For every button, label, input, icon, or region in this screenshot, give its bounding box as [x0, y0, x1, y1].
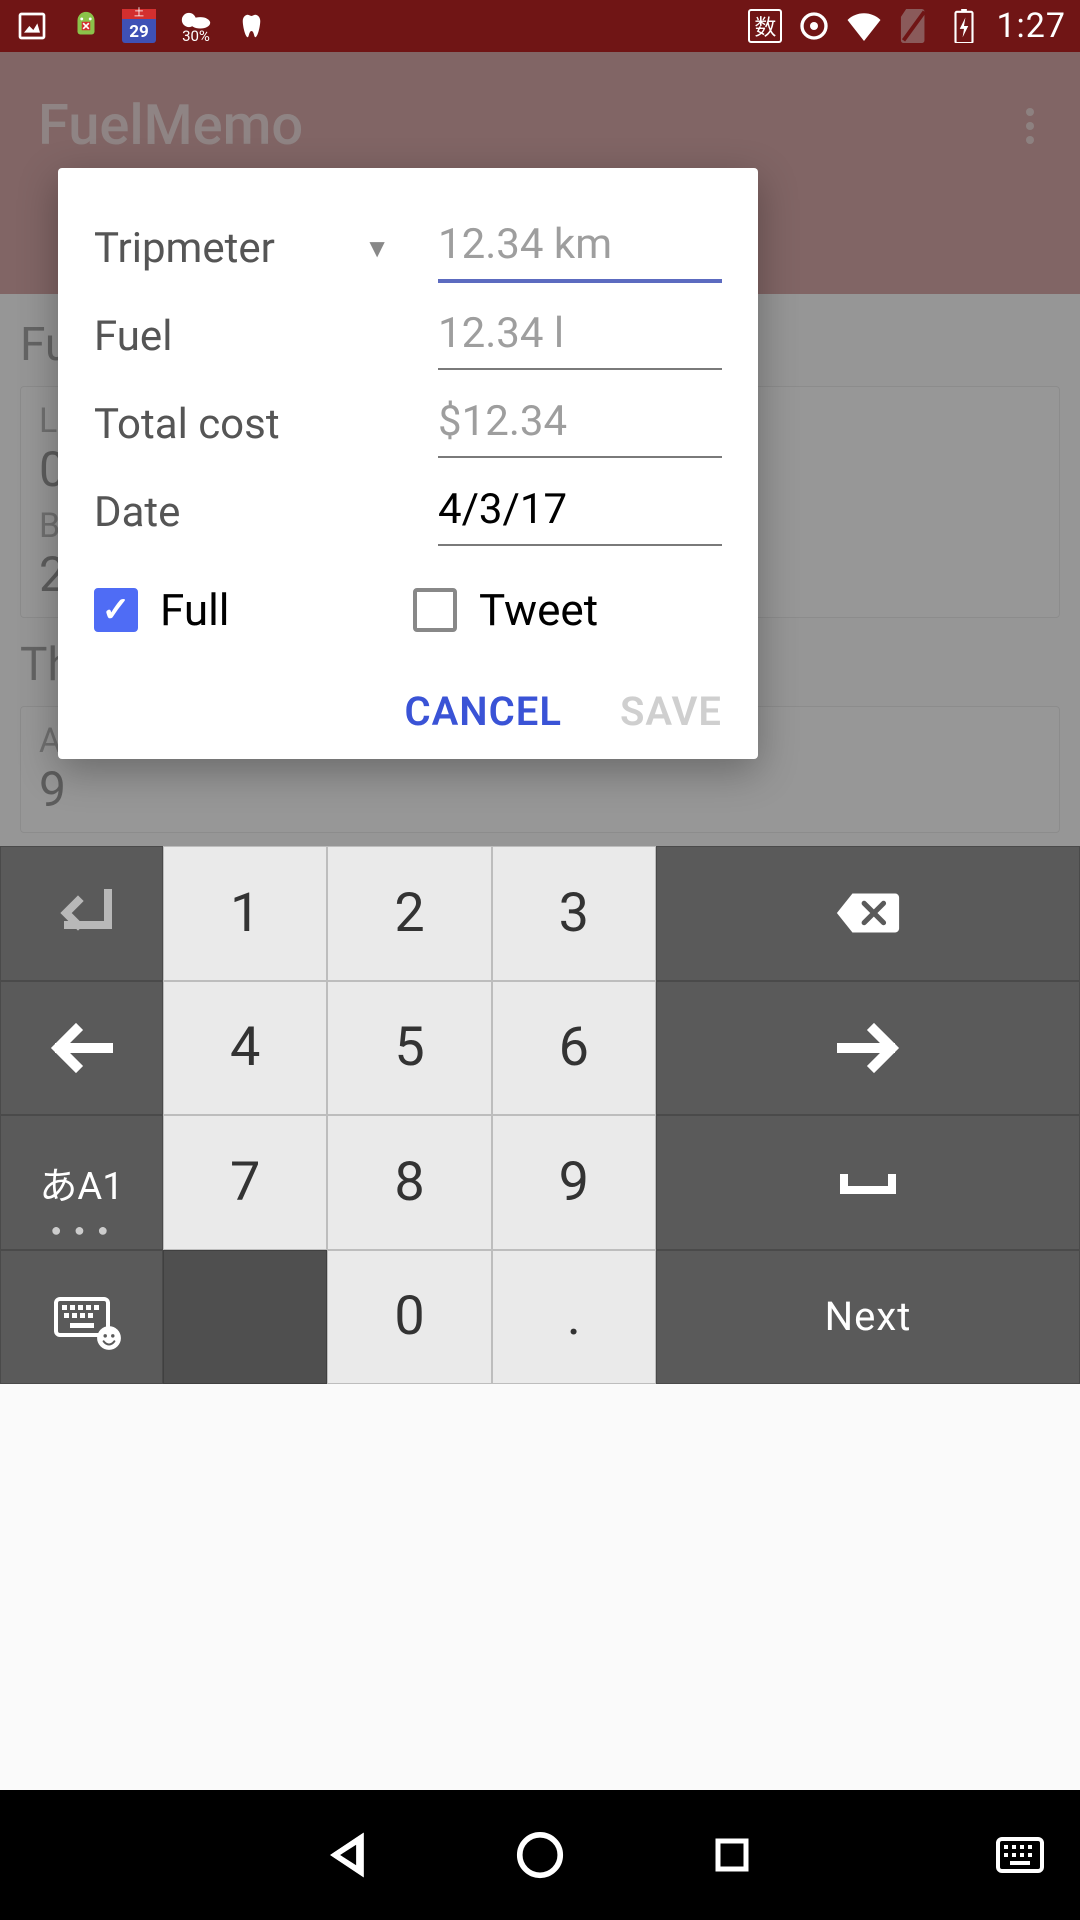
chevron-down-icon: ▼ — [364, 233, 390, 264]
row-tripmeter: Tripmeter ▼ 12.34 km — [94, 204, 722, 292]
status-bar: 土 29 30% 数 1:27 — [0, 0, 1080, 52]
key-k0[interactable]: 0 — [327, 1250, 491, 1385]
fuel-label: Fuel — [94, 312, 172, 361]
status-left: 土 29 30% — [14, 8, 272, 44]
checkbox-tweet[interactable]: Tweet — [413, 584, 722, 636]
circle-dash-icon — [796, 8, 832, 44]
key-backspace[interactable] — [656, 846, 1080, 981]
total-cost-input[interactable]: $12.34 — [438, 391, 722, 458]
key-undo[interactable] — [0, 846, 163, 981]
save-button[interactable]: SAVE — [620, 688, 722, 735]
check-icon: ✓ — [94, 588, 138, 632]
numeric-keyboard: 123 456 あA1● ● ●7890.Next — [0, 846, 1080, 1384]
tooth-icon — [236, 8, 272, 44]
nav-recents-button[interactable] — [702, 1825, 762, 1885]
row-fuel: Fuel 12.34 l — [94, 292, 722, 380]
checkbox-empty-icon — [413, 588, 457, 632]
no-sim-icon — [896, 8, 932, 44]
full-label: Full — [160, 584, 230, 636]
key-k5[interactable]: 5 — [327, 981, 491, 1116]
key-k4[interactable]: 4 — [163, 981, 327, 1116]
key-mode[interactable]: あA1● ● ● — [0, 1115, 163, 1250]
key-left[interactable] — [0, 981, 163, 1116]
tweet-label: Tweet — [479, 584, 598, 636]
key-k1[interactable]: 1 — [163, 846, 327, 981]
key-k8[interactable]: 8 — [327, 1115, 491, 1250]
row-total-cost: Total cost $12.34 — [94, 380, 722, 468]
entry-dialog: Tripmeter ▼ 12.34 km Fuel 12.34 l Total … — [58, 168, 758, 759]
key-k2[interactable]: 2 — [327, 846, 491, 981]
cancel-button[interactable]: CANCEL — [404, 688, 561, 735]
weather-30pct-icon: 30% — [174, 8, 218, 44]
key-next[interactable]: Next — [656, 1250, 1080, 1385]
key-k7[interactable]: 7 — [163, 1115, 327, 1250]
key-right[interactable] — [656, 981, 1080, 1116]
android-bug-icon — [68, 8, 104, 44]
battery-charging-icon — [946, 8, 982, 44]
key-k9[interactable]: 9 — [492, 1115, 656, 1250]
picture-icon — [14, 8, 50, 44]
ime-kanji-icon: 数 — [748, 9, 782, 43]
status-right: 数 1:27 — [748, 6, 1066, 46]
key-dot[interactable]: . — [492, 1250, 656, 1385]
key-k6[interactable]: 6 — [492, 981, 656, 1116]
key-blank — [163, 1250, 327, 1385]
wifi-icon — [846, 8, 882, 44]
status-time: 1:27 — [996, 6, 1066, 46]
date-input[interactable]: 4/3/17 — [438, 479, 722, 546]
nav-home-button[interactable] — [510, 1825, 570, 1885]
key-space[interactable] — [656, 1115, 1080, 1250]
nav-back-button[interactable] — [318, 1825, 378, 1885]
key-emoji[interactable] — [0, 1250, 163, 1385]
nav-ime-switch-button[interactable] — [990, 1825, 1050, 1885]
tripmeter-dropdown[interactable]: Tripmeter ▼ — [94, 224, 438, 273]
row-date: Date 4/3/17 — [94, 468, 722, 556]
system-navbar — [0, 1790, 1080, 1920]
key-k3[interactable]: 3 — [492, 846, 656, 981]
fuel-input[interactable]: 12.34 l — [438, 303, 722, 370]
checkbox-full[interactable]: ✓ Full — [94, 584, 403, 636]
calendar-29-icon: 土 29 — [122, 9, 156, 43]
tripmeter-label: Tripmeter — [94, 224, 275, 273]
date-label: Date — [94, 488, 180, 537]
tripmeter-input[interactable]: 12.34 km — [438, 214, 722, 283]
total-cost-label: Total cost — [94, 400, 280, 449]
